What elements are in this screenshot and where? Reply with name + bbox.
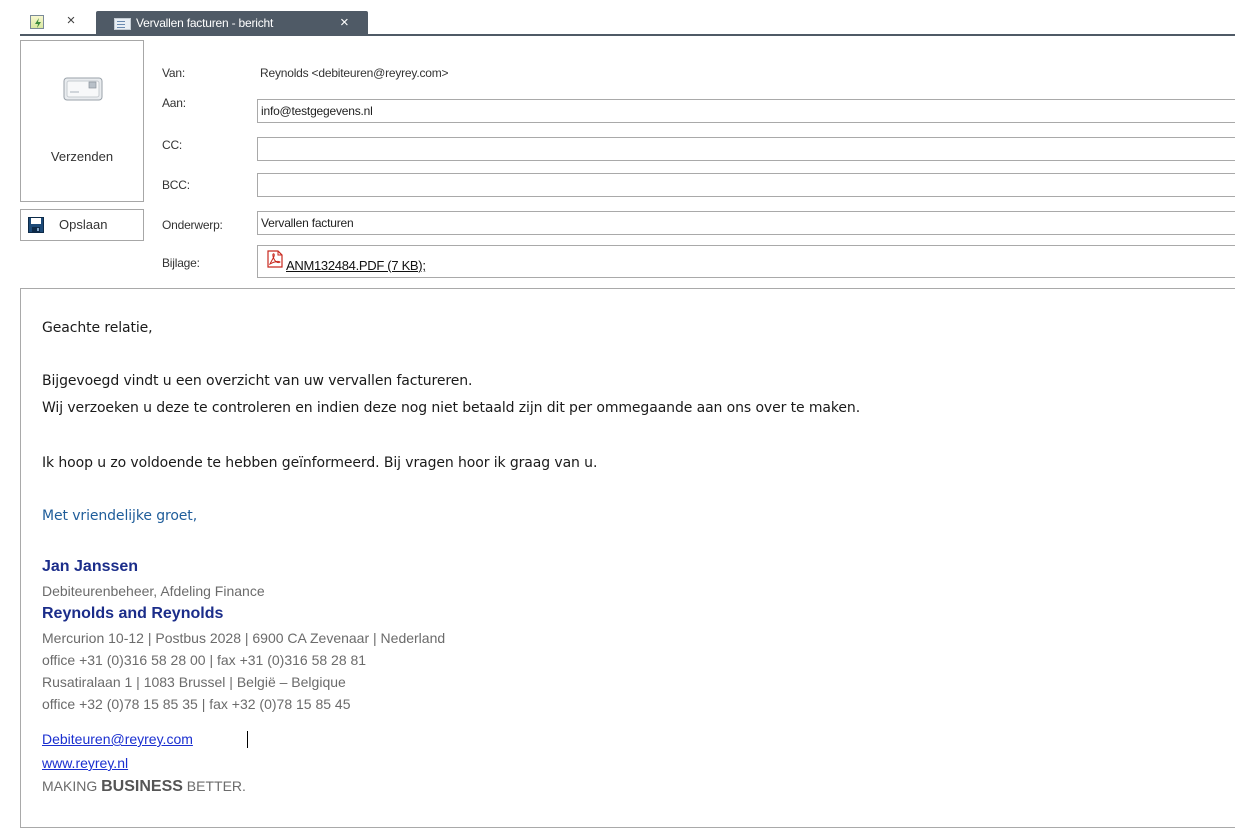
signature-company: Reynolds and Reynolds — [42, 605, 224, 622]
text-caret — [247, 731, 248, 748]
home-icon[interactable] — [30, 15, 44, 29]
tab-strip-divider — [20, 34, 1235, 36]
from-value: Reynolds <debiteuren@reyrey.com> — [260, 66, 449, 80]
send-mail-icon — [63, 77, 103, 101]
pdf-icon — [267, 250, 283, 268]
bcc-field[interactable] — [257, 173, 1235, 197]
attachment-label: Bijlage: — [162, 256, 200, 270]
mail-doc-icon — [114, 18, 131, 30]
to-label: Aan: — [162, 96, 186, 110]
floppy-disk-icon — [28, 217, 44, 233]
body-line-1: Bijgevoegd vindt u een overzicht van uw … — [42, 373, 473, 389]
signature-phone-be: office +32 (0)78 15 85 35 | fax +32 (0)7… — [42, 696, 351, 712]
to-field[interactable]: info@testgegevens.nl — [257, 99, 1235, 123]
message-body[interactable] — [20, 288, 1235, 828]
home-tab-close-icon[interactable]: × — [64, 12, 78, 30]
slogan-part-2: BUSINESS — [101, 778, 183, 795]
cc-label: CC: — [162, 138, 183, 152]
save-button-label: Opslaan — [59, 217, 108, 232]
send-button-label: Verzenden — [50, 149, 114, 164]
signature-role: Debiteurenbeheer, Afdeling Finance — [42, 583, 265, 599]
slogan-part-3: BETTER. — [182, 778, 246, 794]
from-label: Van: — [162, 66, 185, 80]
signature-slogan: MAKING BUSINESS BETTER. — [42, 778, 246, 796]
signature-address-be: Rusatiralaan 1 | 1083 Brussel | België –… — [42, 674, 346, 690]
bcc-label: BCC: — [162, 178, 190, 192]
body-line-3: Ik hoop u zo voldoende te hebben geïnfor… — [42, 455, 598, 471]
closing: Met vriendelijke groet, — [42, 508, 198, 524]
signature-name: Jan Janssen — [42, 558, 139, 575]
signature-website-link[interactable]: www.reyrey.nl — [42, 755, 128, 771]
send-button[interactable]: Verzenden — [20, 40, 144, 202]
tab-title: Vervallen facturen - bericht — [136, 16, 274, 30]
attachment-link[interactable]: ANM132484.PDF (7 KB); — [286, 258, 426, 273]
tab-close-icon[interactable]: × — [340, 14, 349, 32]
slogan-part-1: MAKING — [42, 778, 102, 794]
tab-strip: × Vervallen facturen - bericht × — [0, 0, 1235, 36]
subject-field[interactable]: Vervallen facturen — [257, 211, 1235, 235]
signature-phone-nl: office +31 (0)316 58 28 00 | fax +31 (0)… — [42, 652, 367, 668]
subject-label: Onderwerp: — [162, 218, 223, 232]
tab-vervallen-facturen[interactable]: Vervallen facturen - bericht × — [96, 11, 368, 36]
signature-email-link[interactable]: Debiteuren@reyrey.com — [42, 731, 193, 747]
body-line-2: Wij verzoeken u deze te controleren en i… — [42, 400, 861, 416]
cc-field[interactable] — [257, 137, 1235, 161]
save-button[interactable]: Opslaan — [20, 209, 144, 241]
attachment-field: ANM132484.PDF (7 KB); — [257, 245, 1235, 278]
salutation: Geachte relatie, — [42, 320, 153, 336]
signature-address-nl: Mercurion 10-12 | Postbus 2028 | 6900 CA… — [42, 630, 446, 646]
